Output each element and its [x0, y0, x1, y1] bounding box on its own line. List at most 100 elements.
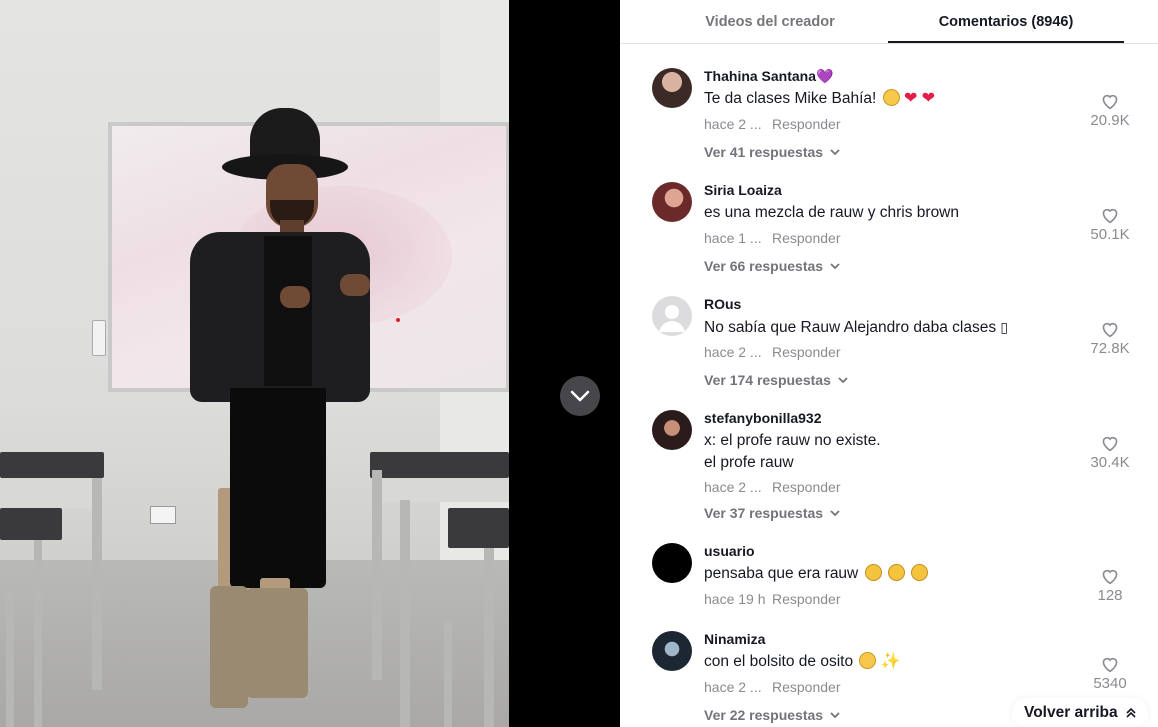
- boot: [246, 588, 308, 698]
- avatar[interactable]: [652, 296, 692, 336]
- like-count: 128: [1097, 587, 1123, 604]
- comment-time: hace 2 ...: [704, 679, 762, 695]
- chevron-down-icon: [830, 510, 840, 517]
- skirt: [230, 388, 326, 588]
- desk-leg: [6, 590, 14, 727]
- avatar[interactable]: [652, 182, 692, 222]
- avatar[interactable]: [652, 68, 692, 108]
- heart-outline-icon: [1102, 569, 1118, 585]
- heart-emoji-icon: ❤: [921, 90, 936, 107]
- view-replies-button[interactable]: Ver 66 respuestas: [704, 258, 841, 274]
- comment-username[interactable]: ROus: [704, 296, 741, 312]
- heart-emoji-icon: ❤: [903, 90, 918, 107]
- like-count: 50.1K: [1090, 226, 1130, 243]
- hand: [340, 274, 370, 296]
- comment-item: Siria Loaiza es una mezcla de rauw y chr…: [620, 182, 1158, 292]
- comment-username[interactable]: Ninamiza: [704, 631, 765, 647]
- comment-time: hace 2 ...: [704, 479, 762, 495]
- video-player[interactable]: [0, 0, 620, 727]
- comment-username[interactable]: stefanybonilla932: [704, 410, 822, 426]
- smile-emoji-icon: [882, 89, 900, 106]
- tab-bar: Videos del creador Comentarios (8946): [620, 0, 1158, 44]
- chevron-down-icon: [830, 263, 840, 270]
- back-to-top-button[interactable]: Volver arriba: [1012, 698, 1148, 727]
- comment-text-content: pensaba que era rauw: [704, 565, 859, 582]
- desk: [0, 452, 104, 478]
- view-replies-button[interactable]: Ver 37 respuestas: [704, 505, 841, 521]
- laser-dot: [396, 318, 400, 322]
- heart-outline-icon: [1102, 94, 1118, 110]
- chevron-down-icon: [570, 390, 590, 402]
- missing-glyph-icon: ▯: [1000, 319, 1009, 335]
- view-replies-label: Ver 174 respuestas: [704, 372, 831, 388]
- purple-heart-icon: 💜: [816, 68, 834, 84]
- comment-time: hace 2 ...: [704, 116, 762, 132]
- comment-username[interactable]: usuario: [704, 543, 755, 559]
- comment-text-content: No sabía que Rauw Alejandro daba clases: [704, 319, 997, 336]
- smile-emoji-icon: [859, 652, 877, 669]
- comment-text-content: Te da clases Mike Bahía!: [704, 90, 877, 107]
- view-replies-button[interactable]: Ver 22 respuestas: [704, 707, 841, 723]
- reply-button[interactable]: Responder: [772, 344, 841, 360]
- reply-button[interactable]: Responder: [772, 230, 841, 246]
- comment-item: ROus No sabía que Rauw Alejandro daba cl…: [620, 296, 1158, 406]
- comment-text: Te da clases Mike Bahía! ❤ ❤: [704, 88, 935, 110]
- comment-time: hace 1 ...: [704, 230, 762, 246]
- comments-panel: Videos del creador Comentarios (8946) Th…: [620, 0, 1158, 727]
- avatar[interactable]: [652, 543, 692, 583]
- comment-text: con el bolsito de osito ✨: [704, 651, 901, 673]
- default-avatar-icon: [659, 305, 685, 332]
- heart-outline-icon: [1102, 208, 1118, 224]
- like-button[interactable]: 30.4K: [1086, 434, 1134, 471]
- reply-button[interactable]: Responder: [772, 591, 841, 607]
- comment-item: Thahina Santana💜 Te da clases Mike Bahía…: [620, 68, 1158, 178]
- like-button[interactable]: 50.1K: [1086, 206, 1134, 243]
- heart-outline-icon: [1102, 657, 1118, 673]
- comment-text: es una mezcla de rauw y chris brown: [704, 204, 960, 221]
- power-outlet: [150, 506, 176, 524]
- reply-button[interactable]: Responder: [772, 479, 841, 495]
- reply-button[interactable]: Responder: [772, 679, 841, 695]
- view-replies-label: Ver 41 respuestas: [704, 144, 824, 160]
- view-replies-label: Ver 66 respuestas: [704, 258, 824, 274]
- comment-text-content: con el bolsito de osito: [704, 653, 854, 670]
- heart-outline-icon: [1102, 322, 1118, 338]
- like-count: 30.4K: [1090, 454, 1130, 471]
- comment-time: hace 19 h: [704, 591, 766, 607]
- desk-leg: [400, 500, 410, 727]
- view-replies-button[interactable]: Ver 41 respuestas: [704, 144, 841, 160]
- view-replies-button[interactable]: Ver 174 respuestas: [704, 372, 849, 388]
- like-button[interactable]: 128: [1086, 567, 1134, 604]
- comment-username[interactable]: Thahina Santana💜: [704, 68, 833, 85]
- tab-comments[interactable]: Comentarios (8946): [888, 0, 1124, 44]
- like-button[interactable]: 20.9K: [1086, 92, 1134, 129]
- avatar[interactable]: [652, 410, 692, 450]
- like-count: 5340: [1093, 675, 1127, 692]
- desk: [0, 508, 62, 540]
- like-button[interactable]: 72.8K: [1086, 320, 1134, 357]
- desk: [448, 508, 509, 548]
- video-frame: [0, 0, 509, 727]
- reply-button[interactable]: Responder: [772, 116, 841, 132]
- tab-creator-videos[interactable]: Videos del creador: [650, 0, 890, 44]
- desk-leg: [34, 540, 42, 727]
- avatar[interactable]: [652, 631, 692, 671]
- comment-text: pensaba que era rauw: [704, 563, 929, 585]
- desk-leg: [92, 478, 102, 690]
- like-count: 20.9K: [1090, 112, 1130, 129]
- laughing-emoji-icon: [887, 564, 905, 581]
- shirt: [264, 236, 312, 386]
- thermostat: [92, 320, 106, 356]
- next-video-button[interactable]: [560, 376, 600, 416]
- comment-username[interactable]: Siria Loaiza: [704, 182, 782, 198]
- comment-time: hace 2 ...: [704, 344, 762, 360]
- desk-leg: [444, 620, 452, 727]
- desk-side: [0, 478, 100, 508]
- laughing-emoji-icon: [864, 564, 882, 581]
- hand: [280, 286, 310, 308]
- like-button[interactable]: 5340: [1086, 655, 1134, 692]
- laughing-emoji-icon: [911, 564, 929, 581]
- desk-leg: [484, 548, 494, 727]
- double-chevron-up-icon: [1126, 707, 1136, 718]
- desk-side: [380, 478, 509, 502]
